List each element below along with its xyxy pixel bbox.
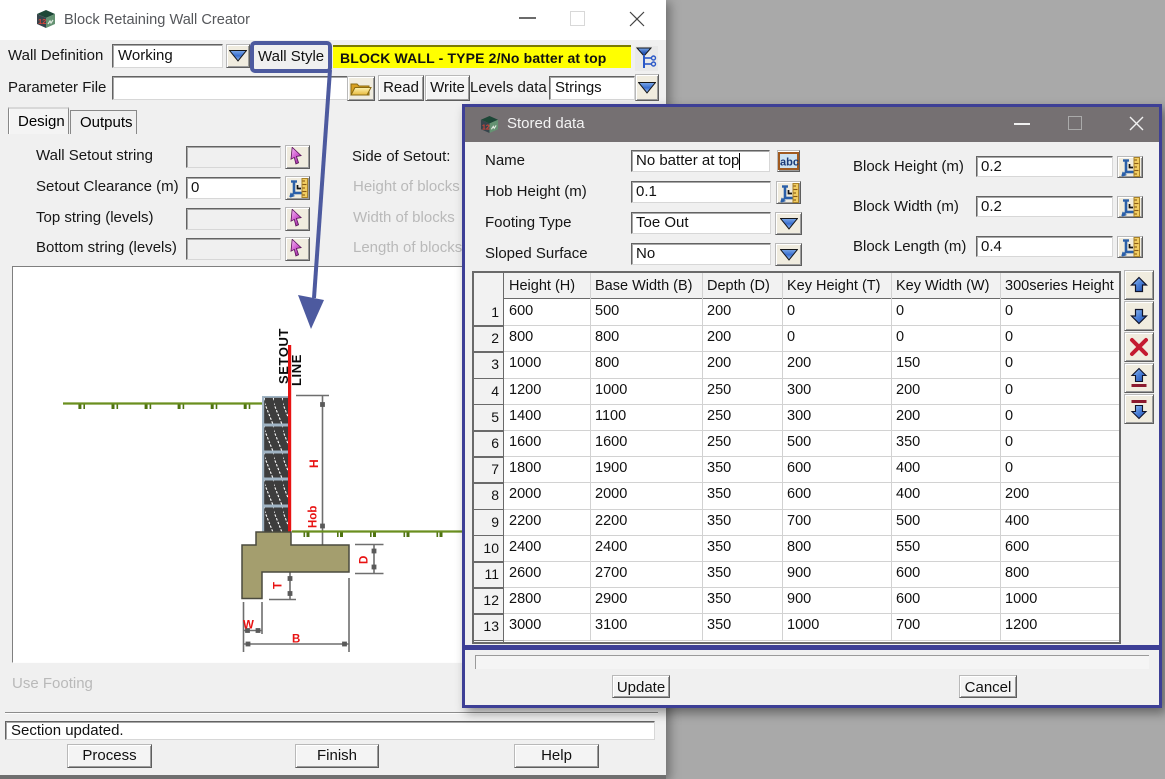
svg-text:12: 12 [482, 123, 490, 131]
svg-text:12: 12 [38, 17, 46, 26]
svg-text:abc: abc [780, 157, 799, 169]
svg-text:Hob: Hob [308, 506, 320, 528]
svg-text:LINE: LINE [289, 354, 304, 386]
svg-text:D: D [359, 556, 371, 564]
svg-text:H: H [307, 459, 321, 468]
svg-text:T: T [273, 582, 285, 589]
svg-text:B: B [292, 634, 300, 646]
svg-text:W: W [243, 620, 254, 632]
